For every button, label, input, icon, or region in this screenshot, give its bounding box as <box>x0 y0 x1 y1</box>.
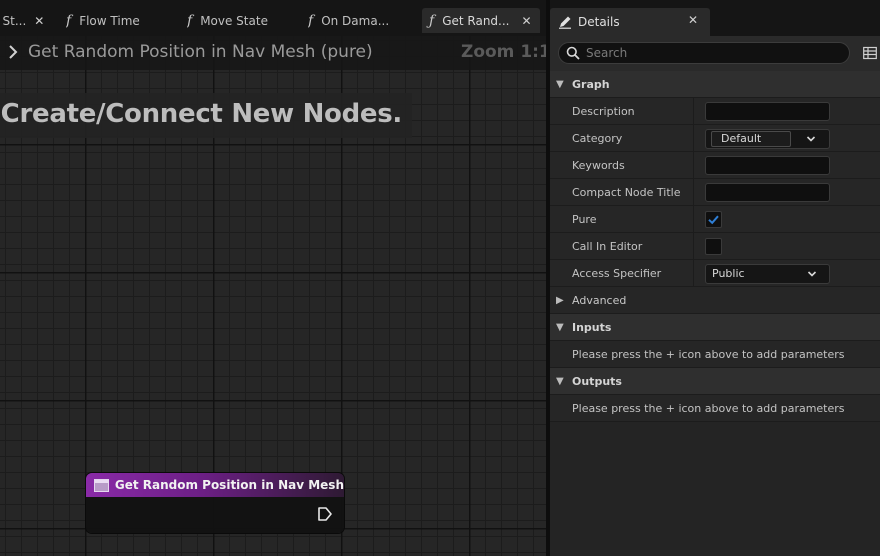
category-combo[interactable]: Default <box>705 129 830 149</box>
details-tab-strip: Details ✕ <box>550 0 880 36</box>
function-node-icon <box>94 478 109 492</box>
property-compact-node-title: Compact Node Title <box>550 179 880 206</box>
tab-on-damage[interactable]: ƒ On Dama... <box>308 8 418 33</box>
zoom-level: Zoom 1:1 <box>461 42 546 62</box>
graph-canvas[interactable]: Get Random Position in Nav Mesh (pure) Z… <box>0 36 546 556</box>
tab-get-random-position[interactable]: ƒ Get Rand... ✕ <box>422 8 540 33</box>
details-search-row <box>550 36 880 72</box>
tab-flow-time[interactable]: ƒ Flow Time <box>66 8 176 33</box>
property-access-specifier: Access Specifier Public <box>550 260 880 287</box>
property-keywords: Keywords <box>550 152 880 179</box>
property-description: Description <box>550 98 880 125</box>
column-divider[interactable] <box>693 179 694 206</box>
column-divider[interactable] <box>693 206 694 233</box>
property-label: Compact Node Title <box>572 186 681 199</box>
details-tab-label: Details <box>578 15 620 29</box>
property-label: Keywords <box>572 159 625 172</box>
section-label: Inputs <box>572 320 612 334</box>
chevron-right-icon[interactable] <box>8 44 18 64</box>
tab-label: Flow Time <box>79 13 140 28</box>
section-advanced[interactable]: ▶ Advanced <box>550 287 880 314</box>
chevron-down-icon: ▼ <box>556 375 564 387</box>
tab-label: t St... <box>0 13 27 28</box>
outputs-empty-message: Please press the + icon above to add par… <box>572 402 845 415</box>
inputs-empty-message: Please press the + icon above to add par… <box>572 348 845 361</box>
tab-move-state[interactable]: ƒ Move State <box>187 8 297 33</box>
property-call-in-editor: Call In Editor <box>550 233 880 260</box>
tab-label: Move State <box>200 13 268 28</box>
section-graph[interactable]: ▼ Graph <box>550 71 880 98</box>
details-panel: Details ✕ ▼ Graph Description <box>550 0 880 556</box>
search-box[interactable] <box>558 42 850 64</box>
section-outputs[interactable]: ▼ Outputs <box>550 368 880 395</box>
chevron-down-icon[interactable] <box>806 134 816 144</box>
column-divider[interactable] <box>693 233 694 260</box>
property-category: Category Default <box>550 125 880 152</box>
tab-partial[interactable]: t St... ✕ <box>0 8 54 33</box>
search-icon <box>566 46 580 60</box>
close-icon[interactable]: ✕ <box>688 13 698 27</box>
property-pure: Pure <box>550 206 880 233</box>
chevron-down-icon <box>807 271 817 277</box>
call-in-editor-checkbox[interactable] <box>705 238 722 255</box>
section-label: Advanced <box>572 293 627 307</box>
function-entry-node[interactable]: Get Random Position in Nav Mesh <box>86 473 344 533</box>
search-input[interactable] <box>586 46 826 60</box>
property-label: Call In Editor <box>572 240 643 253</box>
outputs-empty-message-row: Please press the + icon above to add par… <box>550 395 880 422</box>
section-inputs[interactable]: ▼ Inputs <box>550 314 880 341</box>
access-specifier-dropdown[interactable]: Public <box>705 264 830 284</box>
keywords-field[interactable] <box>705 156 830 175</box>
function-icon: ƒ <box>429 12 435 29</box>
pencil-icon <box>559 16 571 29</box>
pure-checkbox[interactable] <box>705 211 722 228</box>
property-label: Access Specifier <box>572 267 662 280</box>
table-view-icon[interactable] <box>863 46 877 60</box>
chevron-down-icon: ▼ <box>556 78 564 90</box>
property-label: Description <box>572 105 635 118</box>
document-tab-bar: t St... ✕ ƒ Flow Time ƒ Move State ƒ On … <box>0 0 546 36</box>
node-header: Get Random Position in Nav Mesh <box>86 473 344 497</box>
compact-node-title-field[interactable] <box>705 183 830 202</box>
section-label: Outputs <box>572 374 622 388</box>
description-field[interactable] <box>705 102 830 121</box>
chevron-down-icon: ▼ <box>556 321 564 333</box>
column-divider[interactable] <box>693 152 694 179</box>
close-icon[interactable]: ✕ <box>521 14 531 28</box>
graph-hint-overlay: s to Create/Connect New Nodes. <box>0 93 412 138</box>
tab-label: On Dama... <box>321 13 390 28</box>
graph-hint-text: s to Create/Connect New Nodes. <box>0 99 402 129</box>
tab-details[interactable]: Details ✕ <box>550 8 710 36</box>
close-icon[interactable]: ✕ <box>34 14 44 28</box>
category-value: Default <box>721 132 762 145</box>
column-divider[interactable] <box>693 260 694 287</box>
blueprint-editor: t St... ✕ ƒ Flow Time ƒ Move State ƒ On … <box>0 0 880 556</box>
access-specifier-value: Public <box>712 267 745 280</box>
function-icon: ƒ <box>187 12 193 29</box>
inputs-empty-message-row: Please press the + icon above to add par… <box>550 341 880 368</box>
column-divider[interactable] <box>693 125 694 152</box>
checkmark-icon <box>708 215 719 225</box>
column-divider[interactable] <box>693 98 694 125</box>
chevron-right-icon: ▶ <box>556 294 564 306</box>
function-icon: ƒ <box>308 12 314 29</box>
property-label: Pure <box>572 213 597 226</box>
tab-label: Get Rand... <box>442 13 510 28</box>
graph-breadcrumb-bar: Get Random Position in Nav Mesh (pure) Z… <box>0 36 546 70</box>
exec-output-pin-icon[interactable] <box>317 506 333 522</box>
graph-title: Get Random Position in Nav Mesh (pure) <box>28 42 373 62</box>
function-icon: ƒ <box>66 12 72 29</box>
category-input[interactable]: Default <box>711 131 791 147</box>
property-label: Category <box>572 132 623 145</box>
node-title: Get Random Position in Nav Mesh <box>114 478 344 492</box>
section-label: Graph <box>572 77 610 91</box>
